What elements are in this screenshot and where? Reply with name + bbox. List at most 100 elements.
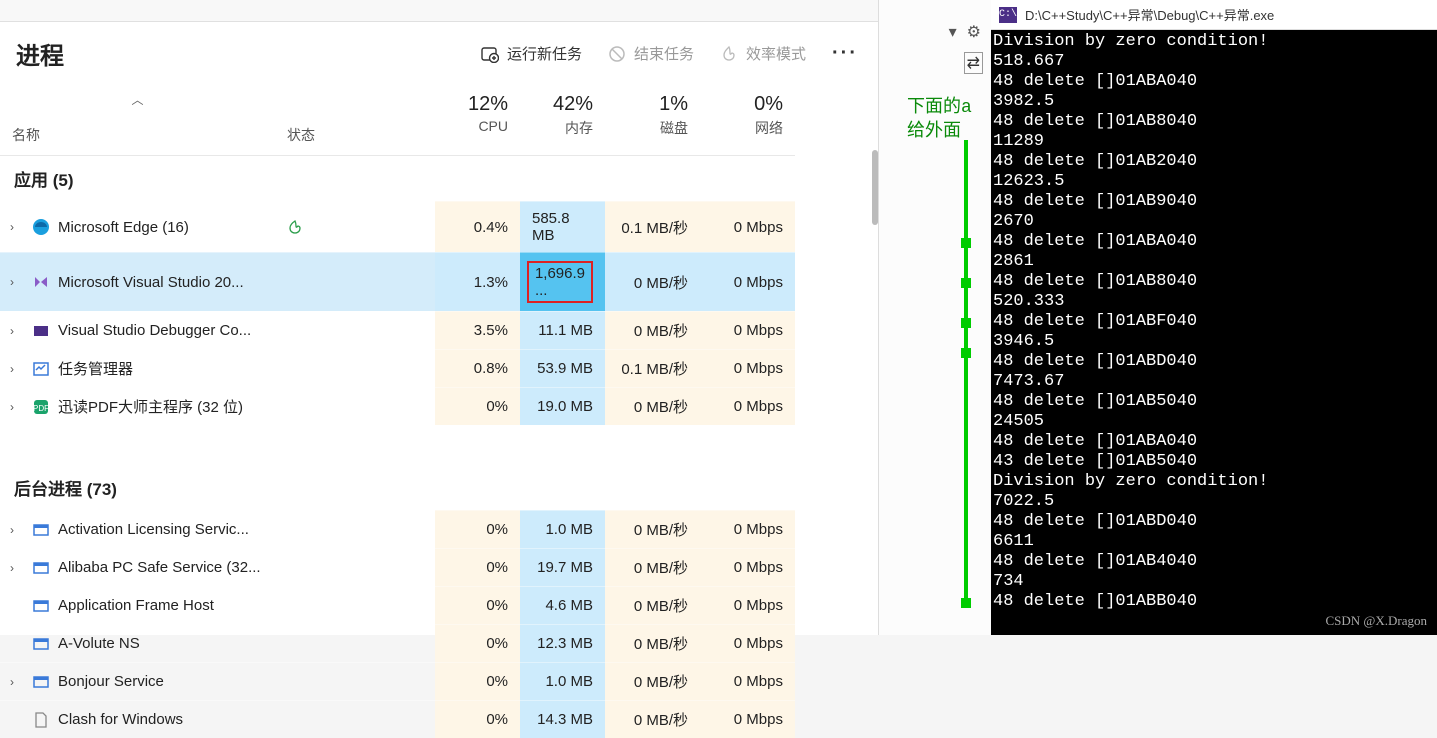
app-icon [32,521,50,539]
disk-cell: 0 MB/秒 [605,548,700,586]
mem-cell: 11.1 MB [520,311,605,349]
col-name-header[interactable]: ︿ 名称 [0,85,275,156]
efficiency-button: 效率模式 [720,43,806,64]
dropdown-icon[interactable]: ▾ [949,22,957,42]
collapse-icon[interactable]: ⇄ [964,52,983,74]
disk-cell: 0 MB/秒 [605,662,700,700]
app-icon [32,360,50,378]
process-name: Visual Studio Debugger Co... [58,322,251,339]
app-icon [32,273,50,291]
process-name: Application Frame Host [58,597,214,614]
mem-cell: 1,696.9 ... [520,252,605,311]
chevron-right-icon[interactable]: › [10,400,24,414]
mem-cell: 19.0 MB [520,387,605,425]
process-name: Alibaba PC Safe Service (32... [58,559,261,576]
app-icon [32,218,50,236]
cpu-cell: 0% [435,700,520,738]
cpu-cell: 0.4% [435,201,520,252]
app-icon [32,673,50,691]
cpu-cell: 0% [435,662,520,700]
mem-cell: 1.0 MB [520,662,605,700]
net-cell: 0 Mbps [700,349,795,387]
net-cell: 0 Mbps [700,510,795,548]
sort-up-icon: ︿ [131,91,143,108]
editor-gutter-pane: ▾ ⚙ ⇄ 下面的a 给外面 [878,0,991,635]
mem-cell: 14.3 MB [520,700,605,738]
app-icon [32,559,50,577]
process-name: Microsoft Edge (16) [58,219,189,236]
end-task-button: 结束任务 [608,43,694,64]
svg-text:PDF: PDF [33,404,49,413]
cpu-cell: 0% [435,548,520,586]
disk-cell: 0 MB/秒 [605,252,700,311]
cpu-cell: 0% [435,624,520,662]
app-icon [32,635,50,653]
cpu-cell: 0.8% [435,349,520,387]
process-name: 任务管理器 [58,358,133,379]
app-icon [32,711,50,729]
breakpoint-marker [961,598,971,608]
disk-cell: 0.1 MB/秒 [605,201,700,252]
obscured-top [0,0,878,22]
console-window: C:\ D:\C++Study\C++异常\Debug\C++异常.exe Di… [991,0,1437,635]
chevron-right-icon[interactable]: › [10,324,24,338]
more-button[interactable]: ··· [832,42,858,65]
chevron-right-icon[interactable]: › [10,523,24,537]
col-net-header[interactable]: 0%网络 [700,85,795,156]
chevron-right-icon[interactable]: › [10,275,24,289]
new-task-button[interactable]: 运行新任务 [481,43,582,64]
process-name: Clash for Windows [58,711,183,728]
cpu-cell: 0% [435,387,520,425]
disk-cell: 0 MB/秒 [605,624,700,662]
console-title: D:\C++Study\C++异常\Debug\C++异常.exe [1025,5,1274,24]
end-task-label: 结束任务 [634,43,694,64]
process-name: Microsoft Visual Studio 20... [58,274,244,291]
process-name: A-Volute NS [58,635,140,652]
watermark: CSDN @X.Dragon [1325,613,1427,629]
process-name: Bonjour Service [58,673,164,690]
mem-cell: 585.8 MB [520,201,605,252]
app-icon [32,597,50,615]
end-task-icon [608,45,626,63]
net-cell: 0 Mbps [700,700,795,738]
breakpoint-marker [961,238,971,248]
net-cell: 0 Mbps [700,201,795,252]
cpu-cell: 3.5% [435,311,520,349]
code-snippet: 下面的a [907,92,992,118]
console-title-bar[interactable]: C:\ D:\C++Study\C++异常\Debug\C++异常.exe [991,0,1437,30]
disk-cell: 0 MB/秒 [605,510,700,548]
cpu-cell: 0% [435,586,520,624]
disk-cell: 0.1 MB/秒 [605,349,700,387]
net-cell: 0 Mbps [700,662,795,700]
col-status-header[interactable]: 状态 [275,85,435,156]
mem-cell: 4.6 MB [520,586,605,624]
col-mem-header[interactable]: 42%内存 [520,85,605,156]
group-bg[interactable]: 后台进程 (73) [0,465,795,510]
process-name: Activation Licensing Servic... [58,521,249,538]
console-output[interactable]: Division by zero condition! 518.667 48 d… [991,30,1437,635]
net-cell: 0 Mbps [700,548,795,586]
new-task-icon [481,45,499,63]
chevron-right-icon[interactable]: › [10,362,24,376]
code-snippet: 给外面 [907,116,992,142]
disk-cell: 0 MB/秒 [605,311,700,349]
cmd-icon: C:\ [999,7,1017,23]
col-cpu-header[interactable]: 12%CPU [435,85,520,156]
col-disk-header[interactable]: 1%磁盘 [605,85,700,156]
page-title: 进程 [16,36,64,71]
group-apps[interactable]: 应用 (5) [0,156,795,201]
net-cell: 0 Mbps [700,624,795,662]
mem-cell: 12.3 MB [520,624,605,662]
chevron-right-icon[interactable]: › [10,220,24,234]
chevron-right-icon[interactable]: › [10,561,24,575]
breakpoint-marker [961,278,971,288]
chevron-right-icon[interactable]: › [10,675,24,689]
net-cell: 0 Mbps [700,387,795,425]
mem-cell: 53.9 MB [520,349,605,387]
mem-cell: 1.0 MB [520,510,605,548]
net-cell: 0 Mbps [700,586,795,624]
gear-icon[interactable]: ⚙ [967,22,981,42]
change-marker [964,140,968,600]
process-name: 迅读PDF大师主程序 (32 位) [58,396,243,417]
cpu-cell: 0% [435,510,520,548]
